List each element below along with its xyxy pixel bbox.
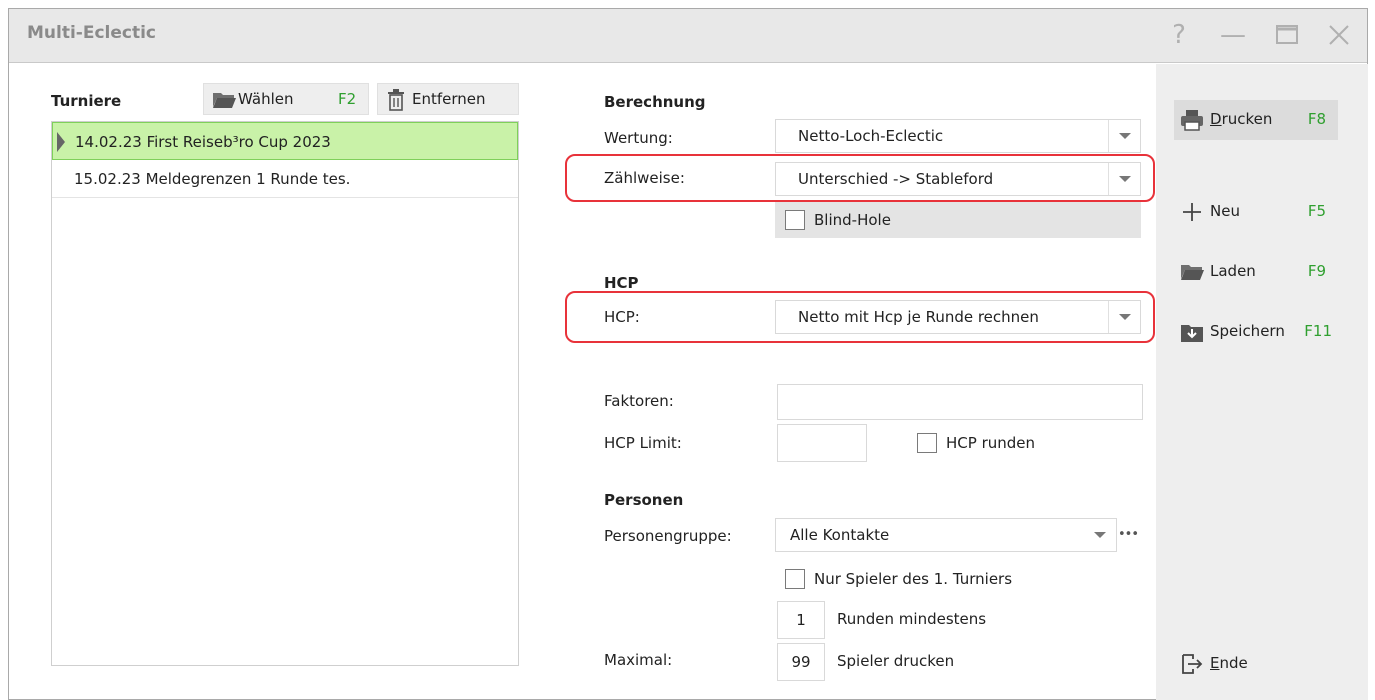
chevron-down-icon[interactable] xyxy=(1108,163,1140,195)
print-label: Drucken xyxy=(1210,110,1273,128)
list-item-tournament-1[interactable]: 14.02.23 First Reiseb³ro Cup 2023 xyxy=(52,122,518,160)
print-button[interactable]: Drucken F8 xyxy=(1174,100,1338,140)
help-icon[interactable]: ? xyxy=(1161,17,1197,53)
tournaments-label: Turniere xyxy=(51,92,122,110)
hcp-limit-input[interactable] xyxy=(777,424,867,462)
title-bar: Multi-Eclectic ? — xyxy=(9,9,1367,63)
personengruppe-select[interactable]: Alle Kontakte xyxy=(775,518,1117,552)
remove-label: Entfernen xyxy=(412,90,486,108)
personengruppe-label: Personengruppe: xyxy=(604,527,732,545)
folder-open-icon xyxy=(1181,265,1204,280)
multi-eclectic-window: Multi-Eclectic ? — Turniere Wählen F2 En… xyxy=(8,8,1368,700)
hcp-runden-label: HCP runden xyxy=(946,434,1036,452)
wertung-value: Netto-Loch-Eclectic xyxy=(798,127,944,145)
list-item-tournament-2[interactable]: 15.02.23 Meldegrenzen 1 Runde tes. xyxy=(52,160,518,198)
wertung-label: Wertung: xyxy=(604,129,673,147)
remove-tournament-button[interactable]: Entfernen xyxy=(377,83,519,115)
end-button[interactable]: Ende xyxy=(1174,644,1338,684)
folder-save-icon xyxy=(1181,325,1203,342)
choose-label: Wählen xyxy=(238,90,294,108)
save-shortcut: F11 xyxy=(1304,322,1332,340)
hcp-label: HCP: xyxy=(604,308,640,326)
only-first-tournament-checkbox[interactable] xyxy=(785,569,805,589)
zaehlweise-label: Zählweise: xyxy=(604,169,685,187)
max-suffix-label: Spieler drucken xyxy=(837,652,955,670)
choose-shortcut: F2 xyxy=(338,90,357,108)
end-label: Ende xyxy=(1210,654,1248,672)
plus-icon xyxy=(1183,203,1201,221)
action-sidebar: Drucken F8 Neu F5 Laden F9 Speichern F11 xyxy=(1156,64,1368,700)
current-row-marker-icon xyxy=(57,132,65,152)
choose-tournament-button[interactable]: Wählen F2 xyxy=(203,83,369,115)
blind-hole-checkbox[interactable] xyxy=(785,210,805,230)
new-button[interactable]: Neu F5 xyxy=(1174,192,1338,232)
load-button[interactable]: Laden F9 xyxy=(1174,252,1338,292)
save-button[interactable]: Speichern F11 xyxy=(1174,312,1338,352)
load-label: Laden xyxy=(1210,262,1256,280)
more-options-icon[interactable]: ••• xyxy=(1118,527,1139,542)
zaehlweise-select[interactable]: Unterschied -> Stableford xyxy=(775,162,1141,196)
load-shortcut: F9 xyxy=(1307,262,1326,280)
trash-icon xyxy=(388,89,404,111)
faktoren-label: Faktoren: xyxy=(604,392,674,410)
hcp-value: Netto mit Hcp je Runde rechnen xyxy=(798,308,1039,326)
minimize-icon[interactable]: — xyxy=(1215,17,1251,53)
tournament-label: 14.02.23 First Reiseb³ro Cup 2023 xyxy=(75,133,331,151)
tournament-label: 15.02.23 Meldegrenzen 1 Runde tes. xyxy=(74,170,351,188)
chevron-down-icon[interactable] xyxy=(1108,120,1140,152)
rounds-min-label: Runden mindestens xyxy=(837,610,987,628)
max-label: Maximal: xyxy=(604,651,673,669)
close-icon[interactable] xyxy=(1321,17,1357,53)
rounds-min-input[interactable]: 1 xyxy=(777,601,825,639)
calc-heading: Berechnung xyxy=(604,93,706,111)
personengruppe-value: Alle Kontakte xyxy=(790,526,890,544)
save-label: Speichern xyxy=(1210,322,1285,340)
new-label: Neu xyxy=(1210,202,1240,220)
chevron-down-icon[interactable] xyxy=(1108,301,1140,333)
faktoren-input[interactable] xyxy=(777,384,1143,420)
window-title: Multi-Eclectic xyxy=(27,23,157,43)
hcp-heading: HCP xyxy=(604,274,639,292)
print-shortcut: F8 xyxy=(1307,110,1326,128)
printer-icon xyxy=(1181,110,1203,131)
folder-open-icon xyxy=(213,93,236,108)
maximize-icon[interactable] xyxy=(1269,17,1305,53)
blind-hole-label: Blind-Hole xyxy=(814,211,891,229)
tournament-list[interactable]: 14.02.23 First Reiseb³ro Cup 2023 15.02.… xyxy=(51,121,519,666)
hcp-runden-checkbox[interactable] xyxy=(917,433,937,453)
zaehlweise-value: Unterschied -> Stableford xyxy=(798,170,994,188)
exit-icon xyxy=(1182,654,1203,674)
new-shortcut: F5 xyxy=(1307,202,1326,220)
chevron-down-icon[interactable] xyxy=(1084,519,1116,551)
persons-heading: Personen xyxy=(604,491,684,509)
wertung-select[interactable]: Netto-Loch-Eclectic xyxy=(775,119,1141,153)
only-first-tournament-label: Nur Spieler des 1. Turniers xyxy=(814,570,1013,588)
hcp-select[interactable]: Netto mit Hcp je Runde rechnen xyxy=(775,300,1141,334)
max-input[interactable]: 99 xyxy=(777,643,825,681)
hcp-limit-label: HCP Limit: xyxy=(604,434,682,452)
